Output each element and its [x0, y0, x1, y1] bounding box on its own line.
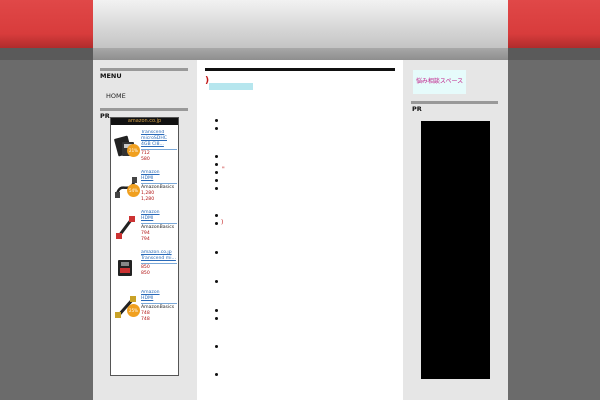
- band-dark-left: [0, 48, 93, 60]
- hdmi-cable-icon[interactable]: [113, 214, 139, 240]
- list-bullet: [215, 187, 218, 190]
- product-item[interactable]: Amazon HDMI AmazonBasics 794 794: [113, 210, 177, 248]
- product-item[interactable]: 21% Transcend microSDHC 4GB Cl8... 712 5…: [113, 130, 177, 168]
- amazon-widget: amazon.co.jp 21% Transcend microSDHC 4GB…: [110, 117, 179, 376]
- list-bullet: [215, 119, 218, 122]
- side-background-left: [0, 60, 93, 400]
- right-pr-title: PR: [412, 105, 422, 113]
- list-bullet: [215, 155, 218, 158]
- product-text: Transcend microSDHC 4GB Cl8... 712 580: [141, 130, 177, 163]
- list-bullet: [215, 214, 218, 217]
- product-title[interactable]: Transcend mi...: [141, 256, 177, 262]
- list-bullet: [215, 373, 218, 376]
- product-title[interactable]: 4GB Cl8...: [141, 142, 177, 148]
- main-top-rule: [205, 68, 395, 71]
- list-bullet: [215, 317, 218, 320]
- product-separator: [141, 223, 177, 224]
- heading-highlight: [209, 83, 253, 90]
- consultation-banner[interactable]: 悩み相談スペース: [413, 70, 466, 94]
- list-bullet: [215, 163, 218, 166]
- product-price-sale: 850: [141, 271, 150, 276]
- product-title[interactable]: HDMI: [141, 296, 177, 302]
- product-text: amazon.co.jp Transcend mi... 850 850: [141, 250, 177, 277]
- list-bullet: [215, 127, 218, 130]
- product-separator: [141, 303, 177, 304]
- top-band-left: [0, 0, 93, 48]
- menu-item-home[interactable]: HOME: [106, 92, 188, 100]
- product-separator: [141, 263, 177, 264]
- product-price-sale: 794: [141, 237, 150, 242]
- side-background-right: [508, 60, 600, 400]
- band-dark-right: [508, 48, 600, 60]
- header-strip: [93, 48, 508, 60]
- top-band-right: [508, 0, 600, 48]
- product-price-sale: 748: [141, 317, 150, 322]
- main-content: [197, 60, 403, 400]
- product-text: Amazon HDMI AmazonBasics 794 794: [141, 210, 177, 243]
- list-bullet: [215, 251, 218, 254]
- amazon-widget-header[interactable]: amazon.co.jp: [111, 118, 178, 125]
- product-text: Amazon HDMI AmazonBasics 748 748: [141, 290, 177, 323]
- product-title[interactable]: HDMI: [141, 176, 177, 182]
- discount-badge: 25%: [127, 304, 140, 317]
- product-item[interactable]: 54% Amazon HDMI AmazonBasics 1,280 1,280: [113, 170, 177, 208]
- ad-placeholder[interactable]: [421, 121, 490, 379]
- product-price-sale: 1,280: [141, 197, 155, 202]
- product-title[interactable]: HDMI: [141, 216, 177, 222]
- list-bullet: [215, 222, 218, 225]
- list-bullet: [215, 309, 218, 312]
- left-sidebar: MENU HOME PR: [100, 68, 188, 120]
- discount-badge: 54%: [127, 184, 140, 197]
- product-separator: [141, 149, 177, 150]
- product-item[interactable]: 25% Amazon HDMI AmazonBasics 748 748: [113, 290, 177, 328]
- paren-mark: ): [221, 219, 224, 226]
- sd-card-icon[interactable]: [113, 254, 139, 280]
- list-bullet: [215, 345, 218, 348]
- list-bullet: [215, 171, 218, 174]
- product-text: Amazon HDMI AmazonBasics 1,280 1,280: [141, 170, 177, 203]
- menu-title: MENU: [100, 72, 122, 80]
- quote-mark: ": [222, 166, 225, 173]
- product-price-sale: 580: [141, 157, 150, 162]
- list-bullet: [215, 179, 218, 182]
- product-item[interactable]: amazon.co.jp Transcend mi... 850 850: [113, 250, 177, 288]
- menu-divider: [100, 68, 188, 71]
- pr-divider: [100, 108, 188, 111]
- list-bullet: [215, 280, 218, 283]
- site-header: [93, 0, 508, 48]
- discount-badge: 21%: [127, 144, 140, 157]
- product-separator: [141, 183, 177, 184]
- right-pr-divider: [411, 101, 498, 104]
